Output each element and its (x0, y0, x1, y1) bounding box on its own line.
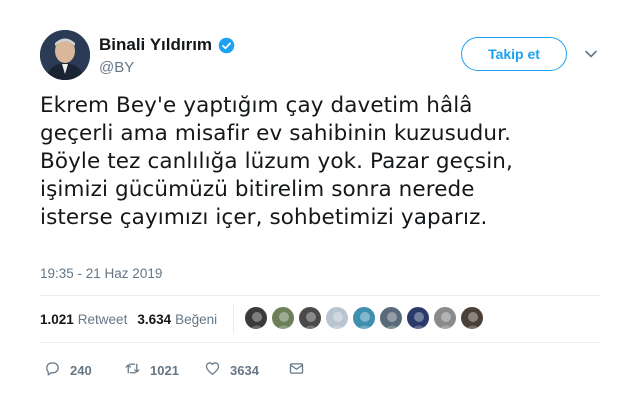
tweet-text: Ekrem Bey'e yaptığım çay davetim hâlâ ge… (40, 93, 513, 230)
liker-avatar[interactable] (460, 306, 484, 330)
tweet-stats: 1.021 Retweet 3.634 Beğeni (40, 312, 227, 327)
liker-avatar[interactable] (244, 306, 268, 330)
liker-avatar[interactable] (325, 306, 349, 330)
liker-avatar[interactable] (352, 306, 376, 330)
reply-count: 240 (70, 362, 92, 378)
retweet-label[interactable]: Retweet (78, 312, 128, 327)
liker-avatars (244, 306, 487, 330)
tweet-timestamp[interactable]: 19:35 - 21 Haz 2019 (40, 266, 162, 281)
liker-avatar[interactable] (433, 306, 457, 330)
tweet-actions: 240 1021 3634 (44, 360, 305, 380)
liker-avatar[interactable] (271, 306, 295, 330)
author-info: Binali Yıldırım @BY (99, 35, 235, 76)
envelope-icon (288, 360, 305, 380)
reply-button[interactable]: 240 (44, 360, 124, 380)
like-label[interactable]: Beğeni (175, 312, 217, 327)
divider-top (40, 295, 600, 296)
verified-badge-icon (218, 37, 235, 54)
heart-icon (204, 360, 221, 380)
stats-separator (233, 303, 234, 333)
author-avatar[interactable] (40, 30, 90, 80)
liker-avatar[interactable] (298, 306, 322, 330)
liker-avatar[interactable] (406, 306, 430, 330)
retweet-action-count: 1021 (150, 362, 179, 378)
avatar-image (40, 30, 90, 80)
tweet-card: Binali Yıldırım @BY Takip et Ekrem Bey'e… (0, 0, 640, 405)
liker-avatar[interactable] (379, 306, 403, 330)
retweet-button[interactable]: 1021 (124, 360, 204, 380)
name-row: Binali Yıldırım (99, 35, 235, 55)
author-handle[interactable]: @BY (99, 59, 235, 76)
direct-message-button[interactable] (288, 360, 305, 380)
like-button[interactable]: 3634 (204, 360, 288, 380)
author-name[interactable]: Binali Yıldırım (99, 35, 212, 55)
reply-icon (44, 360, 61, 380)
divider-bottom (40, 342, 600, 343)
chevron-down-icon[interactable] (584, 47, 598, 61)
like-action-count: 3634 (230, 362, 259, 378)
retweet-count[interactable]: 1.021 (40, 312, 74, 327)
like-count[interactable]: 3.634 (137, 312, 171, 327)
retweet-icon (124, 360, 141, 380)
follow-button[interactable]: Takip et (461, 37, 567, 71)
